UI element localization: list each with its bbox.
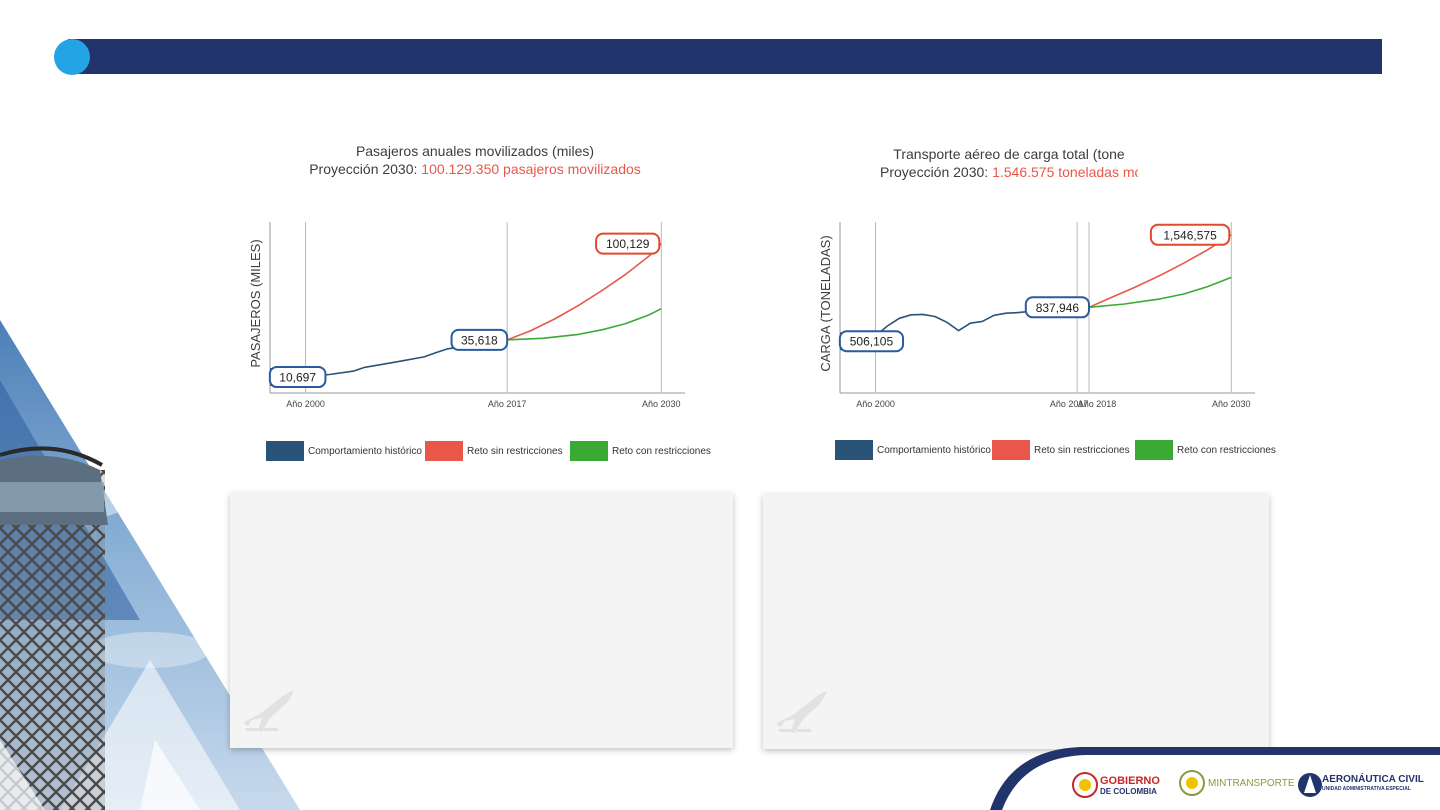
header-dot-icon <box>54 39 90 75</box>
chart-subtitle: Proyección 2030: 1.546.575 toneladas mo <box>880 163 1138 181</box>
legend-item-unrestricted: Reto sin restricciones <box>992 439 1130 461</box>
legend-swatch-historic <box>835 440 873 460</box>
subtitle-prefix: Proyección 2030: <box>880 164 993 180</box>
legend-label: Reto sin restricciones <box>1034 444 1130 456</box>
logo-aeronautica-line2: UNIDAD ADMINISTRATIVA ESPECIAL <box>1322 786 1411 792</box>
chart-title: Transporte aéreo de carga total (tone <box>893 146 1125 162</box>
x-tick-label: Año 2000 <box>286 399 325 409</box>
airplane-icon <box>244 690 294 732</box>
legend-swatch-historic <box>266 441 304 461</box>
series-line-restricted <box>1088 276 1232 309</box>
legend-swatch-restricted <box>1135 440 1173 460</box>
legend-swatch-unrestricted <box>992 440 1030 460</box>
chart-title-cargo: Transporte aéreo de carga total (tone Pr… <box>880 145 1138 181</box>
legend-label: Comportamiento histórico <box>877 444 991 456</box>
legend-label: Comportamiento histórico <box>308 445 422 457</box>
x-tick-label: Año 2000 <box>856 399 895 409</box>
info-panel-right <box>763 494 1269 749</box>
chart-subtitle: Proyección 2030: 100.129.350 pasajeros m… <box>270 160 680 178</box>
legend-item-historic: Comportamiento histórico <box>835 439 991 461</box>
legend-item-restricted: Reto con restricciones <box>570 440 711 462</box>
chart-title: Pasajeros anuales movilizados (miles) <box>355 143 595 159</box>
x-tick-label: Año 2030 <box>1212 399 1251 409</box>
subtitle-highlight: 1.546.575 toneladas mo <box>992 164 1138 180</box>
info-panel-left <box>230 493 733 748</box>
data-label: 506,105 <box>850 335 894 349</box>
series-line-restricted <box>507 307 662 341</box>
header-bar <box>68 39 1382 74</box>
legend-label: Reto sin restricciones <box>467 445 563 457</box>
passengers-chart: PASAJEROS (MILES) Año 2000 Año 2017 Año 203… <box>248 222 685 409</box>
legend-item-restricted: Reto con restricciones <box>1135 439 1276 461</box>
data-label: 35,618 <box>461 333 498 347</box>
airplane-icon <box>777 691 827 733</box>
x-tick-label: Año 2030 <box>642 399 681 409</box>
logo-gobierno-line2: DE COLOMBIA <box>1100 787 1157 796</box>
logo-aeronautica: AERONÁUTICA CIVIL UNIDAD ADMINISTRATIVA … <box>1322 774 1424 793</box>
y-axis-label: PASAJEROS (MILES) <box>248 239 263 367</box>
legend-label: Reto con restricciones <box>1177 444 1276 456</box>
data-label: 100,129 <box>606 237 650 251</box>
legend-passengers: Comportamiento histórico Reto sin restri… <box>266 440 716 462</box>
legend-swatch-restricted <box>570 441 608 461</box>
series-line-unrestricted <box>506 243 662 341</box>
legend-cargo: Comportamiento histórico Reto sin restri… <box>835 439 1276 461</box>
logo-aeronautica-line1: AERONÁUTICA CIVIL <box>1322 774 1424 785</box>
subtitle-highlight: 100.129.350 pasajeros movilizados <box>421 161 641 177</box>
cargo-chart: CARGA (TONELADAS)Año 2000 Año 2017Año 201… <box>818 222 1255 409</box>
legend-item-historic: Comportamiento histórico <box>266 440 422 462</box>
data-label: 1,546,575 <box>1163 228 1217 242</box>
chart-title-passengers: Pasajeros anuales movilizados (miles) Pr… <box>270 142 680 178</box>
data-label: 837,946 <box>1036 301 1080 315</box>
logo-gobierno-line1: GOBIERNO <box>1100 775 1160 787</box>
y-axis-label: CARGA (TONELADAS) <box>818 235 833 371</box>
logo-gobierno: GOBIERNO DE COLOMBIA <box>1100 776 1160 797</box>
x-tick-label: Año 2017 <box>488 399 527 409</box>
x-tick-label: Año 2018 <box>1078 399 1117 409</box>
legend-label: Reto con restricciones <box>612 445 711 457</box>
legend-item-unrestricted: Reto sin restricciones <box>425 440 563 462</box>
logo-mintransporte: MINTRANSPORTE <box>1208 778 1295 789</box>
legend-swatch-unrestricted <box>425 441 463 461</box>
data-label: 10,697 <box>279 371 316 385</box>
subtitle-prefix: Proyección 2030: <box>309 161 422 177</box>
